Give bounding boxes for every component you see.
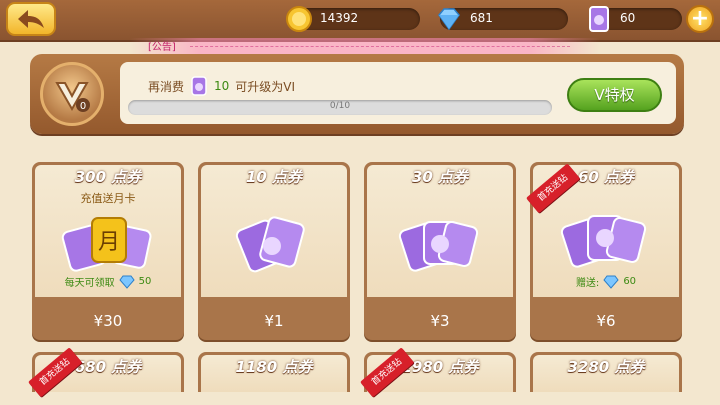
- shop-item-3280[interactable]: 3280 点券: [530, 352, 682, 392]
- purple-ticket-stack-icon: [560, 215, 647, 268]
- shop-item-30[interactable]: 30 点券 ¥3: [364, 162, 516, 340]
- ticket-counter: 60: [589, 6, 682, 32]
- diamond-icon: [118, 275, 135, 289]
- vip-v0-icon: 0: [55, 82, 90, 112]
- svg-text:0: 0: [80, 101, 86, 112]
- card-title: 1180 点券: [235, 358, 313, 376]
- announcement-tag: [公告]: [148, 42, 176, 53]
- vip-upgrade-prefix: 再消费: [148, 79, 185, 94]
- shop-item-10[interactable]: 10 点券 ¥1: [198, 162, 350, 340]
- monthly-card-icon: 月: [61, 217, 152, 272]
- purple-ticket-stack-icon: [235, 216, 305, 273]
- gold-counter: 14392: [286, 6, 420, 32]
- back-button[interactable]: [6, 2, 56, 36]
- card-price: ¥6: [596, 312, 616, 330]
- vip-progress-bar: 0/10: [128, 100, 552, 115]
- card-title: 3280 点券: [567, 358, 645, 376]
- purple-ticket-stack-icon: [398, 220, 479, 272]
- gold-coin-icon: [286, 6, 312, 32]
- diamond-icon: [438, 8, 460, 31]
- card-title: 300 点券: [74, 168, 142, 186]
- diamond-icon: [603, 275, 619, 289]
- svg-text:月: 月: [98, 230, 120, 255]
- monthly-card-title: 充值送月卡: [80, 192, 136, 205]
- plus-icon: +: [690, 6, 710, 31]
- shop-item-1180[interactable]: 1180 点券: [198, 352, 350, 392]
- purple-ticket-icon: [191, 76, 207, 96]
- diamond-value: 681: [470, 11, 493, 25]
- announcement-bar: [公告]: [130, 38, 600, 54]
- top-bar: 14392 681 60 +: [0, 0, 720, 42]
- announcement-scroll-text: [190, 46, 570, 50]
- purple-ticket-icon: [589, 6, 609, 32]
- card-title: 30 点券: [411, 168, 469, 186]
- shop-item-680[interactable]: 680 点券 首充送钻: [28, 347, 184, 398]
- card-note: 赠送: 60: [542, 274, 670, 289]
- vip-progress-text: 0/10: [329, 101, 351, 111]
- shop-item-60[interactable]: 60 点券 赠送: 60 ¥6 首充送钻: [526, 162, 682, 340]
- add-currency-button[interactable]: +: [686, 5, 714, 33]
- back-arrow-icon: [18, 10, 44, 28]
- card-note-value: 50: [138, 276, 152, 287]
- vip-upgrade-suffix: 可升级为VI: [235, 79, 296, 94]
- diamond-counter: 681: [438, 8, 568, 31]
- shop-item-1980[interactable]: 1980 点券 首充送钻: [360, 347, 516, 398]
- vip-privilege-button[interactable]: V特权: [567, 78, 662, 112]
- vip-upgrade-amount: 10: [214, 79, 230, 93]
- gold-value: 14392: [320, 11, 359, 25]
- card-title: 10 点券: [245, 168, 303, 186]
- vip-upgrade-text: 再消费 10 可升级为VI: [148, 76, 295, 96]
- card-price: ¥3: [430, 312, 450, 330]
- card-note-value: 60: [623, 276, 637, 287]
- vip-level-badge: 0: [40, 62, 104, 126]
- card-note: 每天可领取 50: [44, 274, 172, 289]
- card-note-label: 每天可领取: [64, 278, 115, 289]
- card-price: ¥30: [93, 312, 123, 330]
- ticket-value: 60: [620, 11, 636, 25]
- card-note-label: 赠送:: [575, 278, 600, 289]
- card-price: ¥1: [264, 312, 284, 330]
- shop-item-300[interactable]: 300 点券 充值送月卡 月 每天可领取 50 ¥30: [32, 162, 184, 340]
